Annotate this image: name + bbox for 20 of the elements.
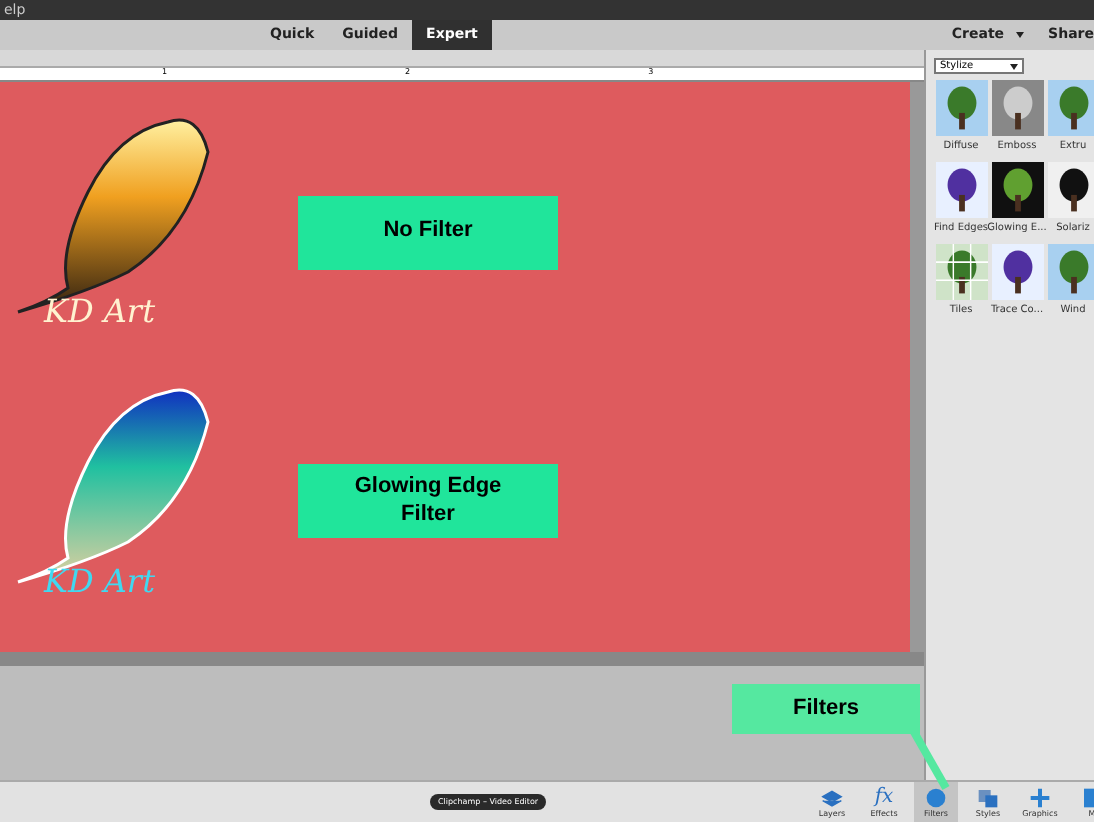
filter-thumbnail-icon [991,80,1043,136]
filter-thumbnail-icon [991,244,1043,300]
leader-line [910,732,954,792]
label-text: Glowing Edge Filter [352,474,504,529]
fx-icon: fx [874,786,894,810]
filter-thumbnail-icon [935,80,987,136]
sphere-icon [924,786,948,810]
layers-icon [820,786,844,810]
caret-icon [1010,63,1018,69]
stacked-squares-icon [976,786,1000,810]
filter-thumbnail-icon [1047,244,1094,300]
filter-thumbnail-icon [991,162,1043,218]
logo-text: KD Art [44,290,155,335]
callout-box: Filters [732,684,920,734]
filter-thumbnail-icon [935,244,987,300]
logo-text: KD Art [44,559,155,604]
label-text: No Filter [381,218,475,247]
filter-thumbnail-icon [935,162,987,218]
filter-thumbnail-icon [1047,80,1094,136]
plus-icon [1028,786,1052,810]
